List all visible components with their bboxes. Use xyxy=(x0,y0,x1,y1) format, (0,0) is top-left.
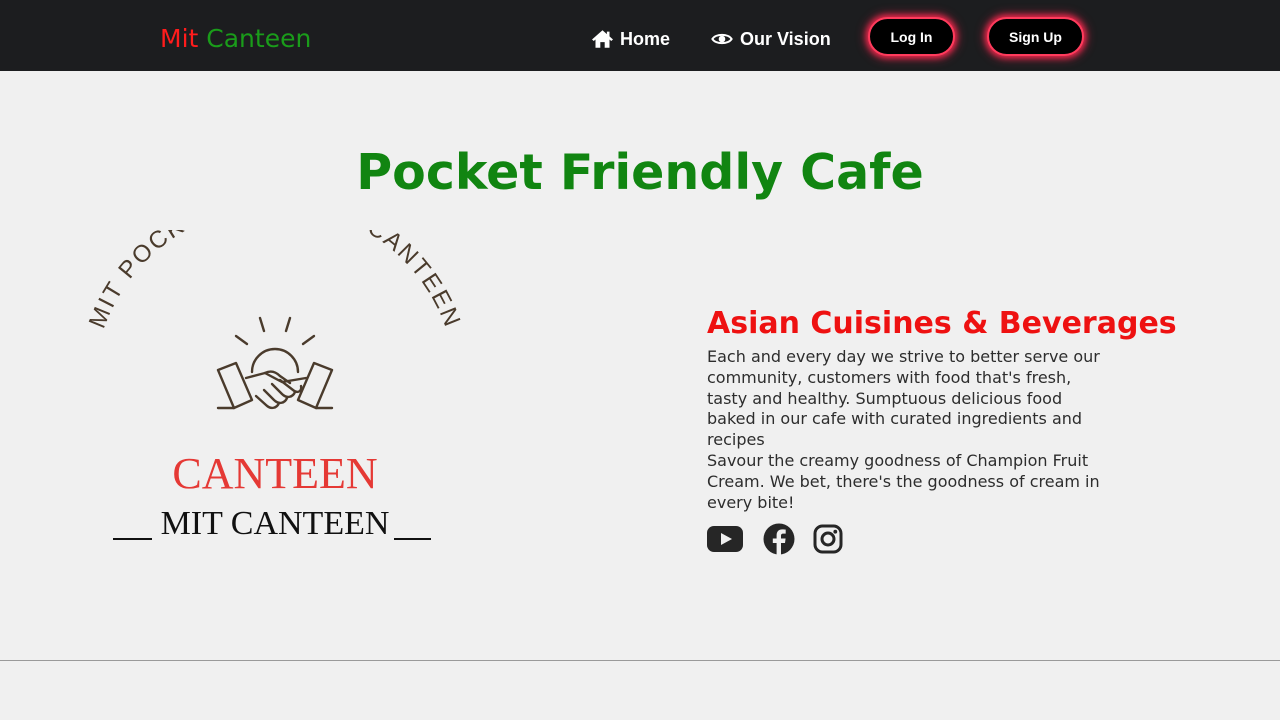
handshake-icon xyxy=(216,316,334,410)
footer-divider xyxy=(0,660,1280,661)
facebook-icon[interactable] xyxy=(763,523,795,555)
description-paragraph-2: Savour the creamy goodness of Champion F… xyxy=(707,450,1100,512)
eye-icon xyxy=(711,33,733,45)
canteen-logo: MIT POCKET FRIENDLY CANTEEN CANTEEN xyxy=(60,186,490,560)
section-heading: Asian Cuisines & Beverages xyxy=(707,306,1177,341)
navbar: Mit Canteen Home Our Vision Log In Sign … xyxy=(0,0,1280,71)
youtube-icon[interactable] xyxy=(707,526,743,552)
nav-vision-label: Our Vision xyxy=(740,28,831,49)
nav-home-link[interactable]: Home xyxy=(592,25,670,53)
instagram-icon[interactable] xyxy=(813,524,843,554)
logo-sub-text: MIT CANTEEN xyxy=(161,505,390,542)
description-paragraph-1: Each and every day we strive to better s… xyxy=(707,347,1100,450)
nav-home-label: Home xyxy=(620,28,671,49)
home-icon xyxy=(592,30,613,48)
brand-part-canteen: Canteen xyxy=(206,24,312,53)
logo-sub-line: MIT CANTEEN xyxy=(113,505,431,542)
section-description: Each and every day we strive to better s… xyxy=(707,347,1112,513)
page-title: Pocket Friendly Cafe xyxy=(356,144,924,201)
logo-main-text: CANTEEN xyxy=(172,449,377,498)
nav-vision-link[interactable]: Our Vision xyxy=(711,25,831,53)
logo-arc-text: MIT POCKET FRIENDLY CANTEEN xyxy=(84,230,466,332)
social-links xyxy=(707,523,843,555)
brand-part-mit: Mit xyxy=(160,24,199,53)
canteen-logo-graphic: MIT POCKET FRIENDLY CANTEEN CANTEEN xyxy=(84,186,466,542)
brand-logo[interactable]: Mit Canteen xyxy=(160,22,311,56)
login-button[interactable]: Log In xyxy=(868,17,955,56)
signup-button[interactable]: Sign Up xyxy=(987,17,1084,56)
